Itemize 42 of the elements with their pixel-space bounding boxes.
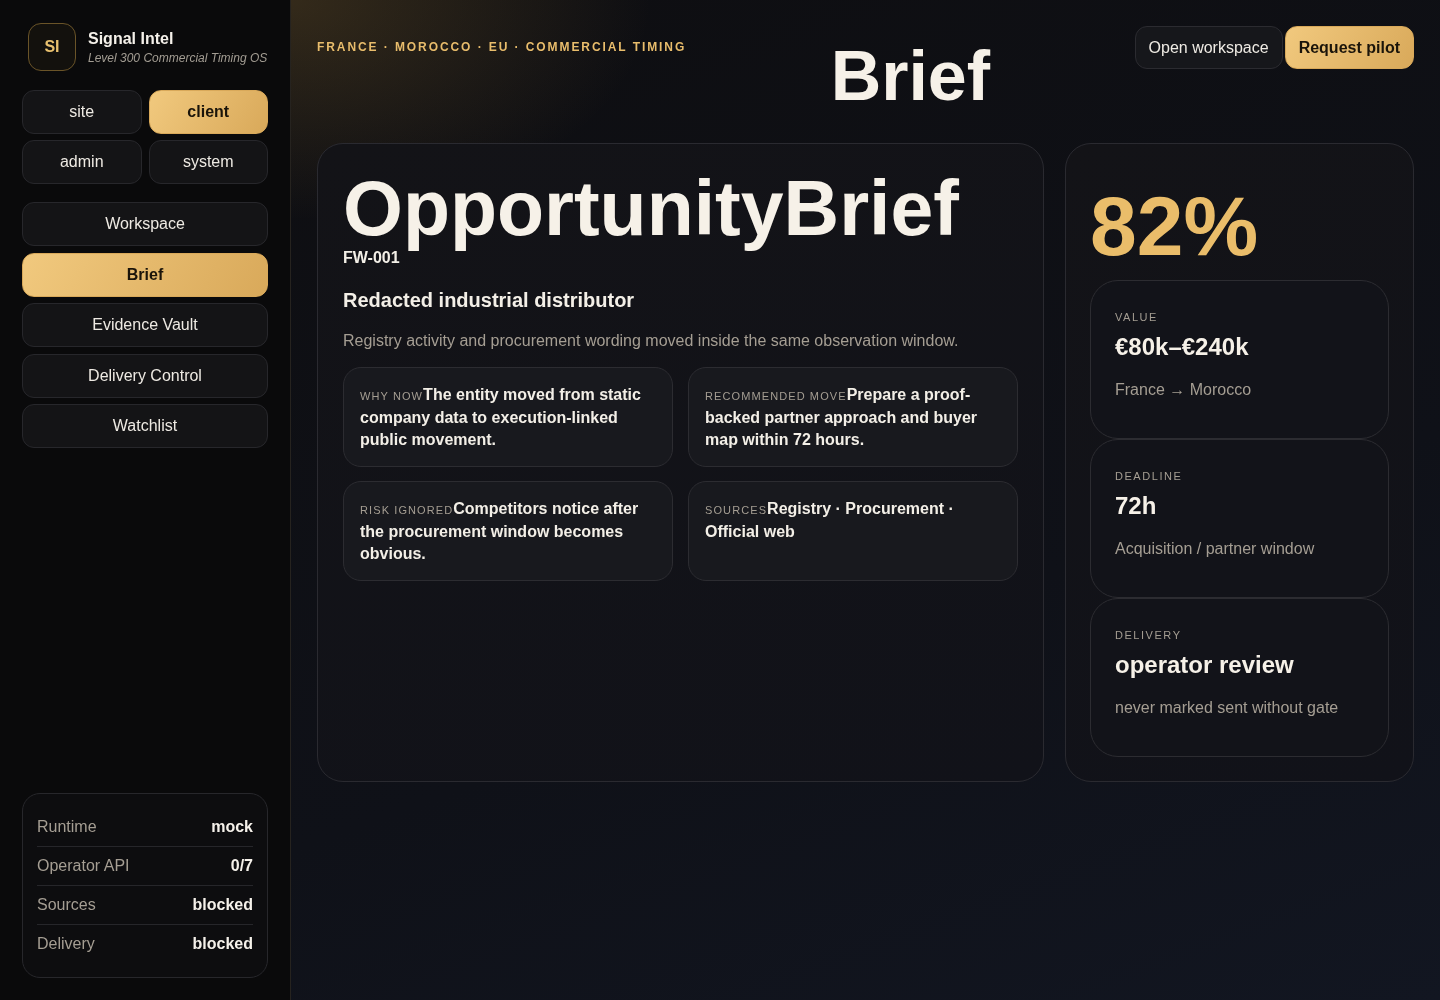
brief-code: FW-001 [343,249,400,268]
nav-item[interactable]: Delivery Control [22,353,268,398]
insight-text: RISK IGNOREDCompetitors notice after the procurement window becomes obvious. [360,499,640,565]
brand-tagline: Level 300 Commercial Timing OS [88,50,268,65]
status-label: Delivery [37,935,95,953]
status-value: mock [211,818,253,836]
brief-summary: Registry activity and procurement wording moved inside the same observation window. [343,332,959,351]
stat-label: DELIVERY [1115,629,1182,641]
nav-item[interactable]: Watchlist [22,404,268,448]
brand-name: Signal Intel [88,29,175,48]
mode-toggle[interactable]: admin [22,140,142,184]
nav-item[interactable]: Workspace [22,202,268,246]
insight-text: WHY NOWThe entity moved from static company data to execution-linked public movement. [360,385,642,451]
stat-value: 72h [1115,492,1157,520]
nav-item[interactable]: Evidence Vault [22,303,268,347]
kicker-text: FRANCE · MOROCCO · EU · COMMERCIAL TIMING [317,40,687,54]
status-value: blocked [192,935,253,953]
brief-title: OpportunityBrief [343,164,960,251]
stat-note: Acquisition / partner window [1115,540,1315,558]
score-value: 82% [1090,178,1259,275]
brand-logo: SI [28,23,76,71]
status-value: 0/7 [230,857,253,875]
status-label: Runtime [37,818,97,836]
mode-toggle[interactable]: system [148,140,268,184]
insight-text: SOURCESRegistry · Procurement · Official web [705,499,955,543]
stat-value: €80k–€240k [1115,333,1249,361]
stat-value: operator review [1115,651,1294,679]
insight-text: RECOMMENDED MOVEPrepare a proof-backed partner approach and buyer map within 72 hours. [705,385,979,451]
stat-label: DEADLINE [1115,470,1183,482]
mode-toggle[interactable]: client [148,90,268,134]
request-pilot-button[interactable]: Request pilot [1284,26,1414,69]
status-value: blocked [192,896,253,914]
mode-toggle[interactable]: site [22,90,142,134]
stat-label: VALUE [1115,311,1158,323]
open-workspace-button[interactable]: Open workspace [1134,26,1283,69]
nav-item[interactable]: Brief [22,252,268,297]
stat-note: France → Morocco [1115,381,1252,399]
page-title: Brief [830,36,991,117]
entity-name: Redacted industrial distributor [343,289,635,313]
status-label: Operator API [37,857,130,875]
status-label: Sources [37,896,96,914]
stat-note: never marked sent without gate [1115,699,1339,717]
